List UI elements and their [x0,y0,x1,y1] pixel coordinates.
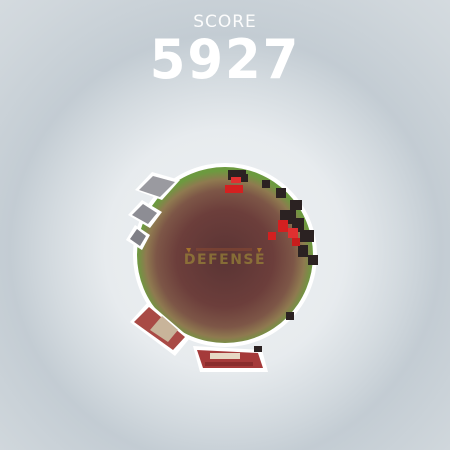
enemy-unit [225,185,243,193]
enemy-unit [292,238,300,246]
enemy-unit [231,177,241,183]
game-scene[interactable]: DEFENSE [0,0,450,450]
game-title-text: DEFENSE [184,252,266,268]
enemy-unit [288,228,298,238]
enemy-unit [278,220,288,232]
enemy-unit [268,232,276,240]
